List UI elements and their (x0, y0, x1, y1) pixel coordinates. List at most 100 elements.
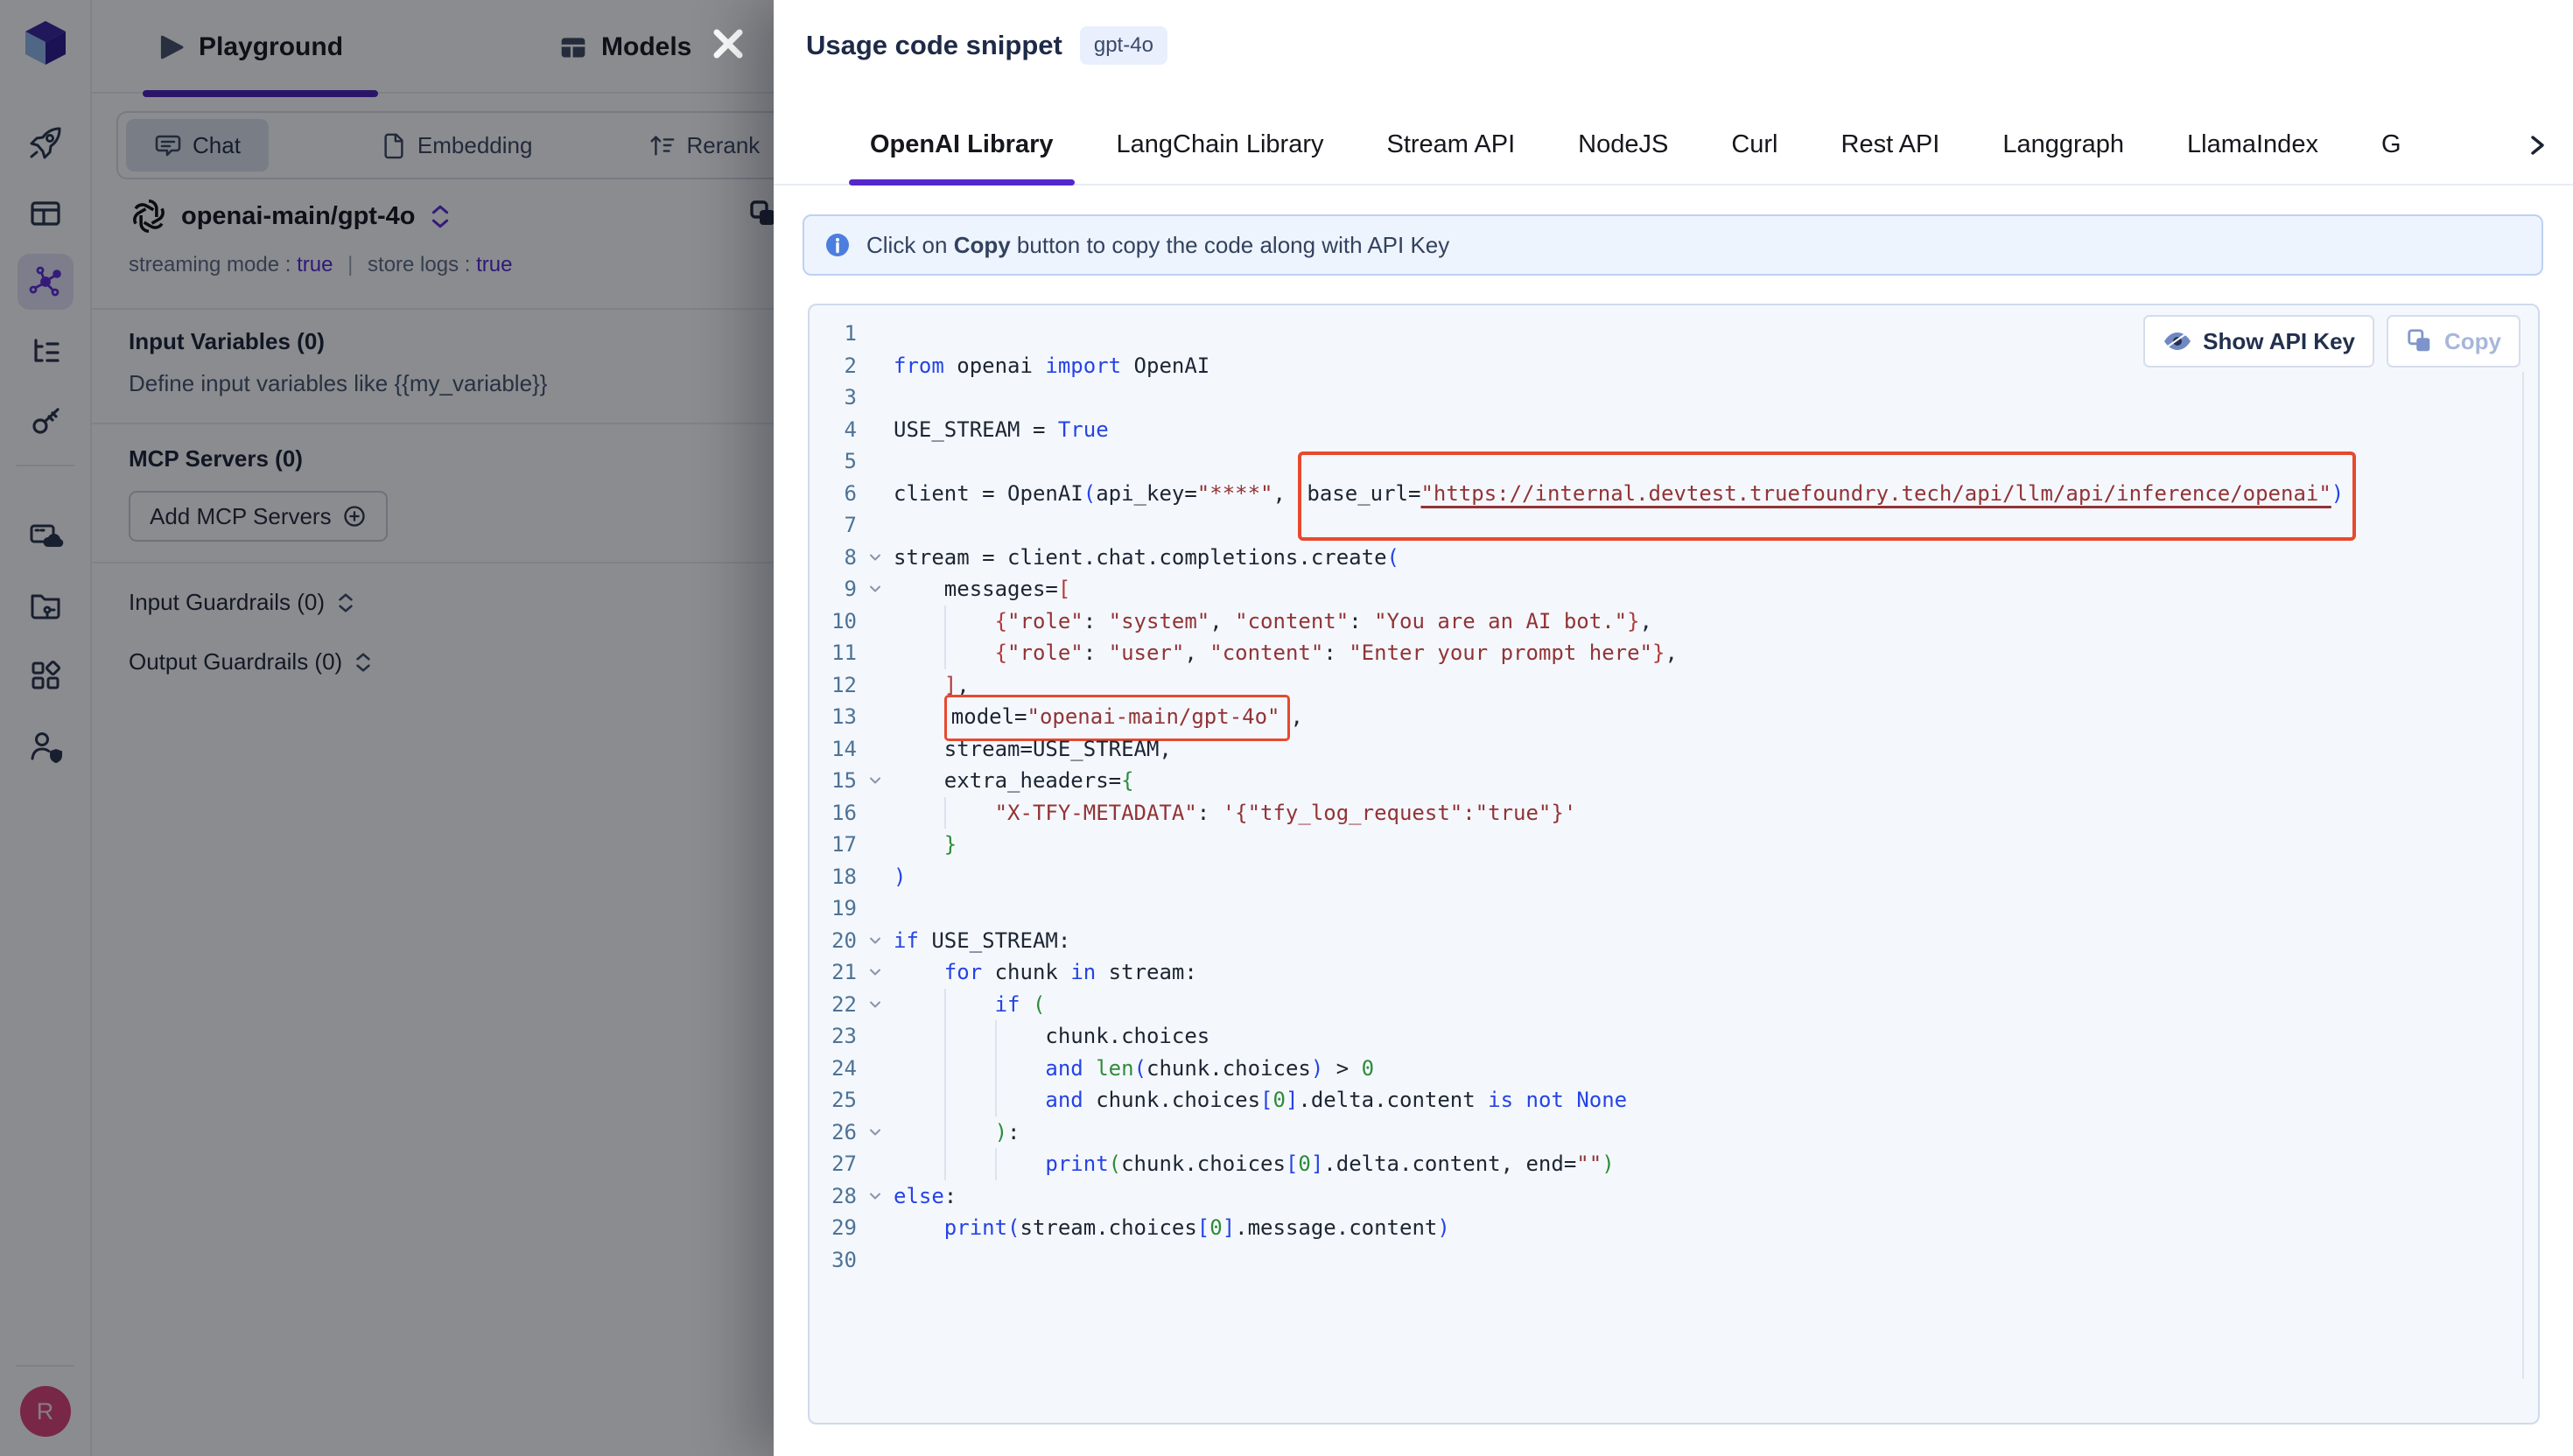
modal-tab-g[interactable]: G (2381, 104, 2401, 185)
code-text: "X-TFY-METADATA": '{"tfy_log_request":"t… (894, 797, 2512, 830)
indent-guide (995, 1053, 997, 1085)
chevron-right-icon (2524, 132, 2550, 158)
tabs-scroll-right-button[interactable] (2524, 105, 2550, 186)
line-number: 21 (810, 956, 857, 989)
code-line: 28 else: (810, 1180, 2512, 1213)
code-line: 30 (810, 1244, 2512, 1277)
show-api-key-label: Show API Key (2203, 328, 2355, 355)
indent-guide (944, 1148, 946, 1180)
code-text: model="openai-main/gpt-4o", (894, 701, 2512, 733)
line-number: 4 (810, 414, 857, 446)
line-number: 3 (810, 382, 857, 414)
line-number: 10 (810, 606, 857, 638)
code-text: messages=[ (894, 573, 2512, 606)
code-line: 15extra_headers={ (810, 765, 2512, 797)
indent-guide (944, 606, 946, 638)
code-line: 22 if ( (810, 989, 2512, 1021)
close-button[interactable] (704, 19, 753, 68)
code-scrollbar[interactable] (2522, 372, 2524, 1379)
copy-code-button[interactable]: Copy (2387, 315, 2520, 368)
modal-backdrop[interactable] (0, 0, 774, 1456)
line-number: 6 (810, 478, 857, 510)
fold-chevron-icon[interactable] (857, 989, 894, 1021)
fold-chevron-icon[interactable] (857, 542, 894, 574)
modal-tab-curl[interactable]: Curl (1731, 104, 1777, 185)
modal-tab-label: G (2381, 130, 2401, 159)
code-text: for chunk in stream: (894, 956, 2512, 989)
code-text: client = OpenAI(api_key="****", base_url… (894, 478, 2512, 510)
fold-chevron-icon[interactable] (857, 573, 894, 606)
eye-icon (2163, 331, 2192, 352)
code-editor[interactable]: Show API Key Copy 12from openai import O… (808, 304, 2540, 1424)
line-number: 29 (810, 1212, 857, 1244)
usage-code-snippet-modal: Usage code snippet gpt-4o OpenAI Library… (774, 0, 2573, 1456)
fold-gutter (857, 445, 894, 478)
modal-tab-stream-api[interactable]: Stream API (1386, 104, 1515, 185)
modal-tab-nodejs[interactable]: NodeJS (1578, 104, 1668, 185)
fold-gutter (857, 1212, 894, 1244)
indent-guide (944, 1084, 946, 1116)
show-api-key-button[interactable]: Show API Key (2143, 315, 2374, 368)
modal-tab-llamaindex[interactable]: LlamaIndex (2187, 104, 2318, 185)
line-number: 26 (810, 1116, 857, 1149)
fold-gutter (857, 478, 894, 510)
code-text: if USE_STREAM: (894, 925, 2512, 957)
line-number: 17 (810, 829, 857, 861)
fold-gutter (857, 733, 894, 766)
code-text: else: (894, 1180, 2512, 1213)
code-line: 14stream=USE_STREAM, (810, 733, 2512, 766)
modal-tab-label: OpenAI Library (870, 130, 1054, 159)
modal-tab-langchain-library[interactable]: LangChain Library (1117, 104, 1324, 185)
code-text: if ( (894, 989, 2512, 1021)
fold-chevron-icon[interactable] (857, 1180, 894, 1213)
code-text (894, 1244, 2512, 1277)
code-text: and len(chunk.choices) > 0 (894, 1053, 2512, 1085)
code-line: 17} (810, 829, 2512, 861)
code-line: 27 print(chunk.choices[0].delta.content, … (810, 1148, 2512, 1180)
fold-gutter (857, 509, 894, 542)
copy-code-label: Copy (2444, 328, 2501, 355)
code-text: stream = client.chat.completions.create( (894, 542, 2512, 574)
indent-guide (944, 637, 946, 669)
code-language-tabs: OpenAI Library LangChain Library Stream AP… (774, 105, 2573, 186)
code-line: 13model="openai-main/gpt-4o", (810, 701, 2512, 733)
code-text: {"role": "user", "content": "Enter your … (894, 637, 2512, 669)
fold-gutter (857, 350, 894, 382)
info-icon (824, 231, 852, 259)
code-line: 16"X-TFY-METADATA": '{"tfy_log_request":… (810, 797, 2512, 830)
modal-tab-label: LangChain Library (1117, 130, 1324, 159)
line-number: 23 (810, 1020, 857, 1053)
model-badge: gpt-4o (1080, 26, 1167, 65)
modal-tab-label: NodeJS (1578, 130, 1668, 159)
modal-tab-rest-api[interactable]: Rest API (1841, 104, 1940, 185)
code-text: print(chunk.choices[0].delta.content, en… (894, 1148, 2512, 1180)
fold-chevron-icon[interactable] (857, 1116, 894, 1149)
modal-tab-langgraph[interactable]: Langgraph (2002, 104, 2124, 185)
fold-gutter (857, 637, 894, 669)
modal-tab-openai-library[interactable]: OpenAI Library (870, 104, 1054, 185)
indent-guide (944, 989, 946, 1021)
code-text: ): (894, 1116, 2512, 1149)
line-number: 24 (810, 1053, 857, 1085)
fold-chevron-icon[interactable] (857, 956, 894, 989)
code-text: {"role": "system", "content": "You are a… (894, 606, 2512, 638)
modal-tab-label: Curl (1731, 130, 1777, 159)
code-text: extra_headers={ (894, 765, 2512, 797)
line-number: 7 (810, 509, 857, 542)
code-line: 26): (810, 1116, 2512, 1149)
modal-tab-label: LlamaIndex (2187, 130, 2318, 159)
fold-gutter (857, 606, 894, 638)
indent-guide (944, 1020, 946, 1053)
code-line: 11{"role": "user", "content": "Enter you… (810, 637, 2512, 669)
fold-chevron-icon[interactable] (857, 925, 894, 957)
line-number: 28 (810, 1180, 857, 1213)
fold-chevron-icon[interactable] (857, 765, 894, 797)
line-number: 22 (810, 989, 857, 1021)
line-number: 19 (810, 892, 857, 925)
fold-gutter (857, 1084, 894, 1116)
code-text: } (894, 829, 2512, 861)
fold-gutter (857, 1020, 894, 1053)
line-number: 27 (810, 1148, 857, 1180)
code-line: 21 for chunk in stream: (810, 956, 2512, 989)
indent-guide (995, 1148, 997, 1180)
